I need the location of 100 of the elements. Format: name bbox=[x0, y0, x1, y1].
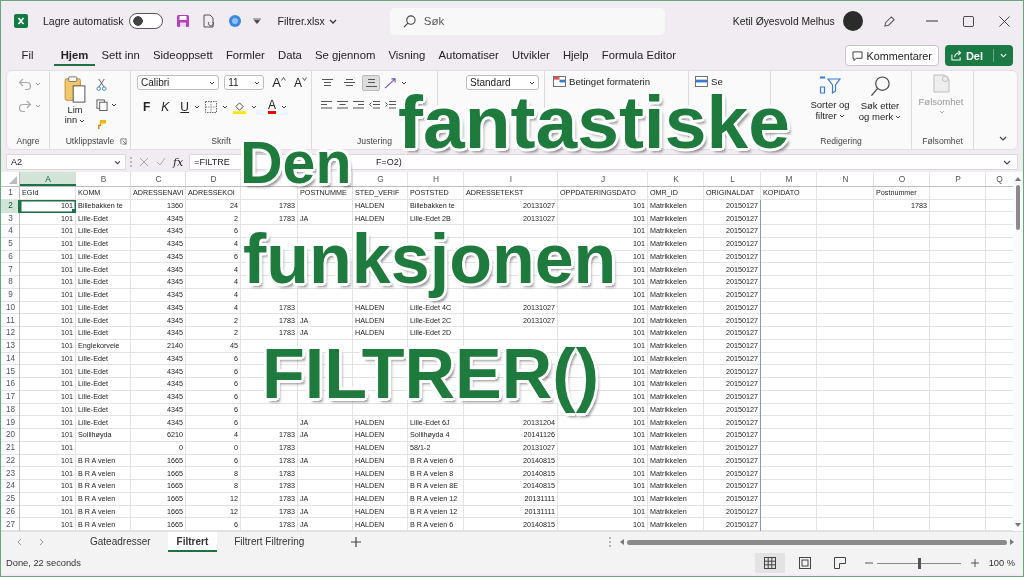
row-header[interactable]: 3 bbox=[1, 212, 20, 226]
row-header[interactable]: 8 bbox=[1, 276, 20, 289]
copy-icon[interactable] bbox=[96, 99, 108, 111]
minimize-icon[interactable] bbox=[925, 20, 938, 22]
row-header[interactable]: 20 bbox=[1, 429, 20, 442]
column-header[interactable]: N bbox=[817, 172, 874, 186]
borders-icon[interactable] bbox=[205, 101, 218, 113]
chevron-left-icon[interactable] bbox=[17, 538, 22, 547]
row-header[interactable]: 5 bbox=[1, 238, 20, 251]
align-center-icon[interactable] bbox=[337, 101, 348, 109]
row-header[interactable]: 24 bbox=[1, 480, 20, 493]
menu-tab[interactable]: Formula Editor bbox=[595, 45, 683, 66]
circle-icon[interactable] bbox=[228, 15, 241, 27]
file-name-button[interactable]: Filtrer.xlsx bbox=[277, 11, 337, 31]
row-header[interactable]: 13 bbox=[1, 340, 20, 353]
menu-tab[interactable]: Utvikler bbox=[505, 45, 557, 66]
paste-button[interactable]: Lim inn bbox=[60, 76, 90, 135]
document-icon[interactable] bbox=[202, 14, 215, 28]
insert-function-button[interactable]: fx bbox=[173, 155, 184, 169]
bottom-align-button[interactable] bbox=[362, 75, 380, 91]
name-box[interactable]: A2 bbox=[6, 154, 126, 170]
save-icon[interactable] bbox=[176, 15, 189, 27]
fill-bucket-icon[interactable] bbox=[233, 100, 247, 114]
column-header[interactable]: H bbox=[408, 172, 464, 186]
menu-tab[interactable]: Data bbox=[271, 45, 309, 66]
normal-view-button[interactable] bbox=[754, 553, 785, 574]
sort-filter-button[interactable]: Sorter og filtrer bbox=[807, 76, 853, 135]
chevron-down-icon[interactable] bbox=[222, 105, 229, 109]
decrease-indent-icon[interactable] bbox=[369, 101, 380, 109]
row-header[interactable]: 27 bbox=[1, 518, 20, 532]
row-header[interactable]: 9 bbox=[1, 289, 20, 302]
share-button[interactable]: Del bbox=[944, 45, 1013, 66]
menu-tab[interactable]: Fil bbox=[15, 45, 41, 66]
chevron-down-icon[interactable] bbox=[1003, 159, 1011, 165]
menu-tab[interactable]: Se gjennom bbox=[308, 45, 382, 66]
column-header[interactable]: J bbox=[558, 172, 648, 186]
row-header[interactable]: 4 bbox=[1, 225, 20, 238]
angled-text-icon[interactable] bbox=[384, 77, 397, 89]
zoom-percentage[interactable]: 100 % bbox=[988, 558, 1015, 569]
column-header[interactable]: G bbox=[353, 172, 408, 186]
chevron-down-icon[interactable] bbox=[281, 105, 288, 109]
scrollbar-thumb[interactable] bbox=[627, 539, 1007, 545]
paintbrush-icon[interactable] bbox=[96, 119, 107, 130]
sheet-tab[interactable]: Filtrert Filtrering bbox=[225, 532, 314, 553]
pen-icon[interactable] bbox=[882, 14, 896, 28]
row-header[interactable]: 6 bbox=[1, 250, 20, 264]
checkmark-icon[interactable] bbox=[156, 157, 166, 167]
scissors-icon[interactable] bbox=[96, 78, 107, 91]
avatar-icon[interactable] bbox=[842, 11, 863, 31]
column-header[interactable]: L bbox=[704, 172, 761, 186]
row-header[interactable]: 16 bbox=[1, 378, 20, 391]
row-header[interactable]: 21 bbox=[1, 442, 20, 455]
align-left-icon[interactable] bbox=[321, 101, 332, 109]
column-header[interactable]: P bbox=[930, 172, 986, 186]
number-format-dropdown[interactable]: Standard bbox=[466, 75, 539, 90]
column-header[interactable]: Q bbox=[986, 172, 1013, 186]
row-header[interactable]: 15 bbox=[1, 365, 20, 379]
sheet-tab[interactable]: Filtrert bbox=[167, 532, 218, 553]
triangle-right-icon[interactable] bbox=[1010, 539, 1014, 546]
column-header[interactable]: M bbox=[761, 172, 817, 186]
row-header[interactable]: 22 bbox=[1, 454, 20, 468]
plus-icon[interactable] bbox=[970, 559, 979, 568]
row-header[interactable]: 25 bbox=[1, 493, 20, 506]
column-header[interactable]: K bbox=[648, 172, 704, 186]
column-header[interactable]: C bbox=[131, 172, 186, 186]
italic-button[interactable]: K bbox=[161, 100, 170, 114]
column-header[interactable]: B bbox=[76, 172, 131, 186]
chevron-down-icon[interactable] bbox=[251, 105, 258, 109]
sheet-tab[interactable]: Gateadresser bbox=[81, 532, 160, 553]
row-header[interactable]: 26 bbox=[1, 505, 20, 519]
column-header[interactable]: O bbox=[874, 172, 930, 186]
scrollbar-thumb[interactable] bbox=[1016, 185, 1020, 230]
insert-cells-button[interactable]: Se bbox=[695, 76, 770, 87]
row-header[interactable]: 2 bbox=[1, 199, 20, 213]
chevron-right-icon[interactable] bbox=[39, 538, 44, 547]
bold-button[interactable]: F bbox=[143, 100, 151, 114]
shrink-font-button[interactable]: A bbox=[294, 75, 307, 90]
menu-tab[interactable]: Hjelp bbox=[556, 45, 596, 66]
triangle-up-icon[interactable] bbox=[1015, 177, 1021, 181]
dialog-launcher-icon[interactable] bbox=[120, 138, 127, 145]
search-field[interactable]: Søk bbox=[389, 7, 665, 35]
row-header[interactable]: 1 bbox=[1, 187, 20, 200]
row-header[interactable]: 14 bbox=[1, 352, 20, 366]
column-header[interactable]: A bbox=[20, 172, 76, 186]
row-header[interactable]: 17 bbox=[1, 391, 20, 404]
plus-icon[interactable] bbox=[351, 537, 362, 548]
slider-thumb[interactable] bbox=[917, 557, 921, 569]
menu-tab[interactable]: Sideoppsett bbox=[146, 45, 220, 66]
menu-tab[interactable]: Hjem bbox=[54, 45, 95, 66]
font-color-button[interactable]: A bbox=[268, 100, 277, 114]
triangle-down-icon[interactable] bbox=[1015, 523, 1021, 528]
menu-tab[interactable]: Formler bbox=[219, 45, 272, 66]
grow-font-button[interactable]: A bbox=[272, 75, 286, 90]
autosave-toggle[interactable] bbox=[128, 13, 163, 29]
row-header[interactable]: 10 bbox=[1, 301, 20, 315]
vertical-scrollbar[interactable] bbox=[1013, 172, 1023, 532]
maximize-icon[interactable] bbox=[962, 15, 974, 27]
find-select-button[interactable]: Søk etter og merk bbox=[857, 76, 903, 135]
row-header[interactable]: 7 bbox=[1, 263, 20, 277]
conditional-formatting-button[interactable]: Betinget formaterin bbox=[553, 76, 688, 87]
